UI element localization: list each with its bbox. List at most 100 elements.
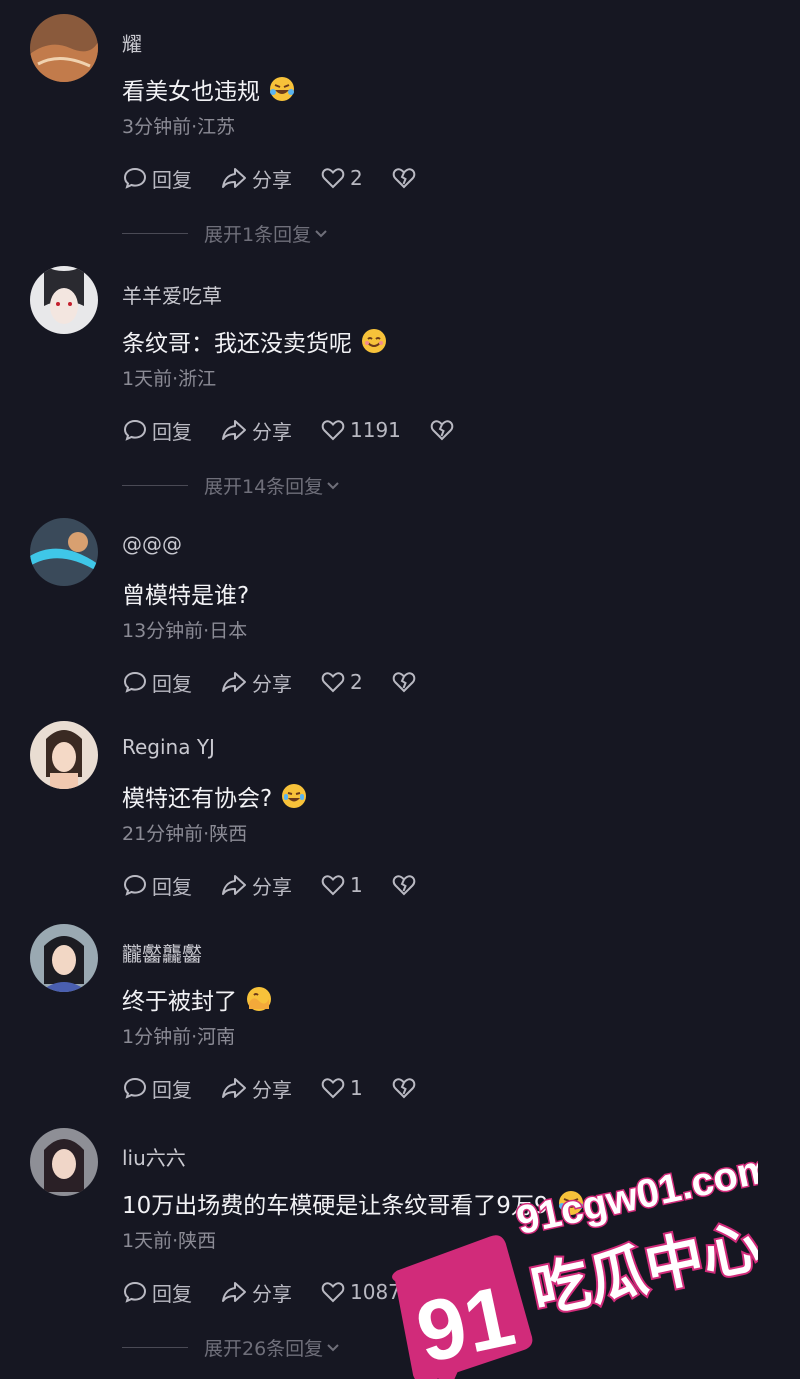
comment-text-content: 模特还有协会? xyxy=(122,786,273,812)
expand-replies-button[interactable]: 展开14条回复 xyxy=(122,472,343,499)
like-button[interactable]: 2 xyxy=(320,669,363,695)
smile-emoji-icon xyxy=(362,329,386,353)
comment-actions: 回复 分享 1 xyxy=(122,1074,449,1102)
share-button[interactable]: 分享 xyxy=(220,416,292,445)
username[interactable]: liu六六 xyxy=(122,1142,186,1171)
avatar[interactable] xyxy=(30,14,98,82)
share-arrow-icon xyxy=(222,420,246,440)
reply-label: 回复 xyxy=(152,167,192,192)
reply-button[interactable]: 回复 xyxy=(122,1278,192,1307)
comment-meta: 1天前·浙江 xyxy=(122,368,217,390)
comment-meta: 1分钟前·河南 xyxy=(122,1026,236,1048)
comment-meta: 21分钟前·陕西 xyxy=(122,823,248,845)
comment-text: 终于被封了 xyxy=(122,982,273,1016)
comment-meta: 13分钟前·日本 xyxy=(122,620,248,642)
username[interactable]: Regina YJ xyxy=(122,735,215,759)
expand-replies-label: 展开26条回复 xyxy=(204,1338,324,1360)
like-count: 1191 xyxy=(350,418,401,442)
dislike-button[interactable] xyxy=(429,417,459,443)
reply-bubble-icon xyxy=(123,874,147,896)
reply-button[interactable]: 回复 xyxy=(122,416,192,445)
chevron-down-icon xyxy=(315,229,327,237)
dislike-button[interactable] xyxy=(391,669,421,695)
share-button[interactable]: 分享 xyxy=(220,668,292,697)
share-button[interactable]: 分享 xyxy=(220,1278,292,1307)
comment-actions: 回复 分享 1191 xyxy=(122,416,487,444)
share-label: 分享 xyxy=(252,1077,292,1102)
divider-line xyxy=(122,233,188,234)
share-arrow-icon xyxy=(222,1282,246,1302)
comment-text-content: 曾模特是谁? xyxy=(122,583,250,609)
heart-icon xyxy=(321,168,345,189)
rofl-emoji-icon xyxy=(270,77,294,101)
dislike-button[interactable] xyxy=(391,872,421,898)
avatar[interactable] xyxy=(30,266,98,334)
share-arrow-icon xyxy=(222,875,246,895)
share-label: 分享 xyxy=(252,167,292,192)
like-button[interactable]: 1191 xyxy=(320,417,401,443)
watermark-number: 91 xyxy=(409,1268,523,1379)
broken-heart-icon xyxy=(392,672,416,693)
comment-actions: 回复 分享 1 xyxy=(122,871,449,899)
share-button[interactable]: 分享 xyxy=(220,1074,292,1103)
like-count: 1 xyxy=(350,873,363,897)
avatar[interactable] xyxy=(30,924,98,992)
reply-label: 回复 xyxy=(152,1077,192,1102)
broken-heart-icon xyxy=(430,420,454,441)
comment-text-content: 条纹哥：我还没卖货呢 xyxy=(122,331,352,357)
heart-icon xyxy=(321,1078,345,1099)
reply-bubble-icon xyxy=(123,167,147,189)
expand-replies-button[interactable]: 展开26条回复 xyxy=(122,1334,343,1361)
comment-actions: 回复 分享 2 xyxy=(122,164,449,192)
tears-of-joy-emoji-icon xyxy=(282,784,307,808)
reply-bubble-icon xyxy=(123,1281,147,1303)
comment-meta: 1天前·陕西 xyxy=(122,1230,217,1252)
dislike-button[interactable] xyxy=(391,1075,421,1101)
username[interactable]: 耀 xyxy=(122,28,142,57)
avatar[interactable] xyxy=(30,721,98,789)
comment-meta: 3分钟前·江苏 xyxy=(122,116,236,138)
broken-heart-icon xyxy=(392,168,416,189)
username[interactable]: 羊羊爱吃草 xyxy=(122,280,222,309)
like-button[interactable]: 1 xyxy=(320,872,363,898)
covering-face-emoji-icon xyxy=(247,987,271,1011)
reply-button[interactable]: 回复 xyxy=(122,871,192,900)
reply-button[interactable]: 回复 xyxy=(122,164,192,193)
reply-label: 回复 xyxy=(152,671,192,696)
like-button[interactable]: 2 xyxy=(320,165,363,191)
like-button[interactable]: 1 xyxy=(320,1075,363,1101)
reply-bubble-icon xyxy=(123,1077,147,1099)
expand-replies-label: 展开1条回复 xyxy=(204,224,312,246)
comment-actions: 回复 分享 2 xyxy=(122,668,449,696)
heart-icon xyxy=(321,875,345,896)
reply-label: 回复 xyxy=(152,874,192,899)
chevron-down-icon xyxy=(327,481,339,489)
share-label: 分享 xyxy=(252,874,292,899)
share-arrow-icon xyxy=(222,168,246,188)
comment-text-content: 终于被封了 xyxy=(122,989,237,1015)
comment-text: 曾模特是谁? xyxy=(122,576,249,610)
username[interactable]: @@@ xyxy=(122,532,182,556)
reply-label: 回复 xyxy=(152,419,192,444)
expand-replies-button[interactable]: 展开1条回复 xyxy=(122,220,331,247)
comment-text: 看美女也违规 xyxy=(122,72,296,106)
chevron-down-icon xyxy=(327,1343,339,1351)
watermark-logo: 91cgw01.com 91 吃瓜中心 xyxy=(392,1155,758,1379)
username[interactable]: 龖齾龘齾 xyxy=(122,938,202,967)
share-button[interactable]: 分享 xyxy=(220,164,292,193)
like-count: 2 xyxy=(350,166,363,190)
reply-label: 回复 xyxy=(152,1281,192,1306)
share-arrow-icon xyxy=(222,672,246,692)
reply-button[interactable]: 回复 xyxy=(122,1074,192,1103)
avatar[interactable] xyxy=(30,1128,98,1196)
expand-replies-label: 展开14条回复 xyxy=(204,476,324,498)
divider-line xyxy=(122,1347,188,1348)
heart-icon xyxy=(321,420,345,441)
avatar[interactable] xyxy=(30,518,98,586)
comment-text-content: 看美女也违规 xyxy=(122,79,260,105)
dislike-button[interactable] xyxy=(391,165,421,191)
share-label: 分享 xyxy=(252,419,292,444)
reply-button[interactable]: 回复 xyxy=(122,668,192,697)
broken-heart-icon xyxy=(392,875,416,896)
share-button[interactable]: 分享 xyxy=(220,871,292,900)
